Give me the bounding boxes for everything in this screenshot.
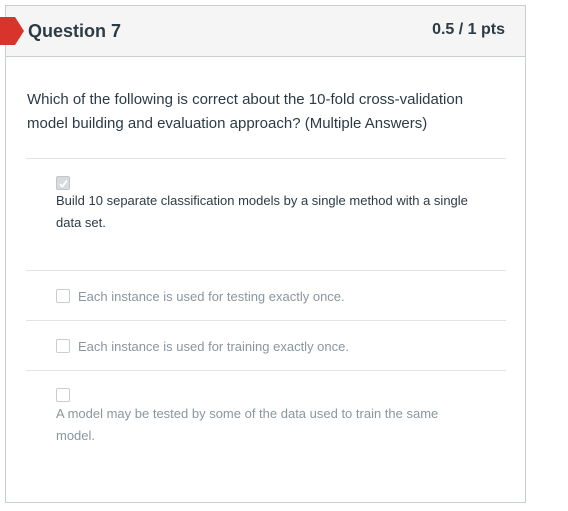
- question-text: Which of the following is correct about …: [27, 91, 464, 132]
- answer-checkbox[interactable]: [56, 388, 70, 402]
- question-card: Question 7 0.5 / 1 pts Which of the foll…: [5, 5, 526, 503]
- incorrect-flag-icon: [0, 17, 24, 45]
- answer-option[interactable]: A model may be tested by some of the dat…: [26, 388, 506, 458]
- answer-label: Each instance is used for training exact…: [78, 339, 349, 354]
- answer-option[interactable]: Build 10 separate classification models …: [26, 176, 506, 271]
- question-title: Question 7: [28, 21, 122, 41]
- answer-label: Each instance is used for testing exactl…: [78, 289, 345, 304]
- divider: [26, 320, 506, 321]
- question-points: 0.5 / 1 pts: [432, 21, 505, 38]
- answer-checkbox[interactable]: [56, 176, 70, 190]
- checkmark-icon: [59, 179, 68, 188]
- quiz-page: Question 7 0.5 / 1 pts Which of the foll…: [0, 0, 568, 511]
- divider: [26, 270, 506, 271]
- answer-option[interactable]: Each instance is used for training exact…: [26, 336, 506, 372]
- answer-option[interactable]: Each instance is used for testing exactl…: [26, 286, 506, 322]
- answer-label: A model may be tested by some of the dat…: [56, 406, 439, 443]
- answer-checkbox[interactable]: [56, 339, 70, 353]
- divider: [26, 370, 506, 371]
- divider: [26, 158, 506, 159]
- answer-label: Build 10 separate classification models …: [56, 193, 468, 230]
- answer-checkbox[interactable]: [56, 289, 70, 303]
- question-header: Question 7 0.5 / 1 pts: [6, 6, 525, 57]
